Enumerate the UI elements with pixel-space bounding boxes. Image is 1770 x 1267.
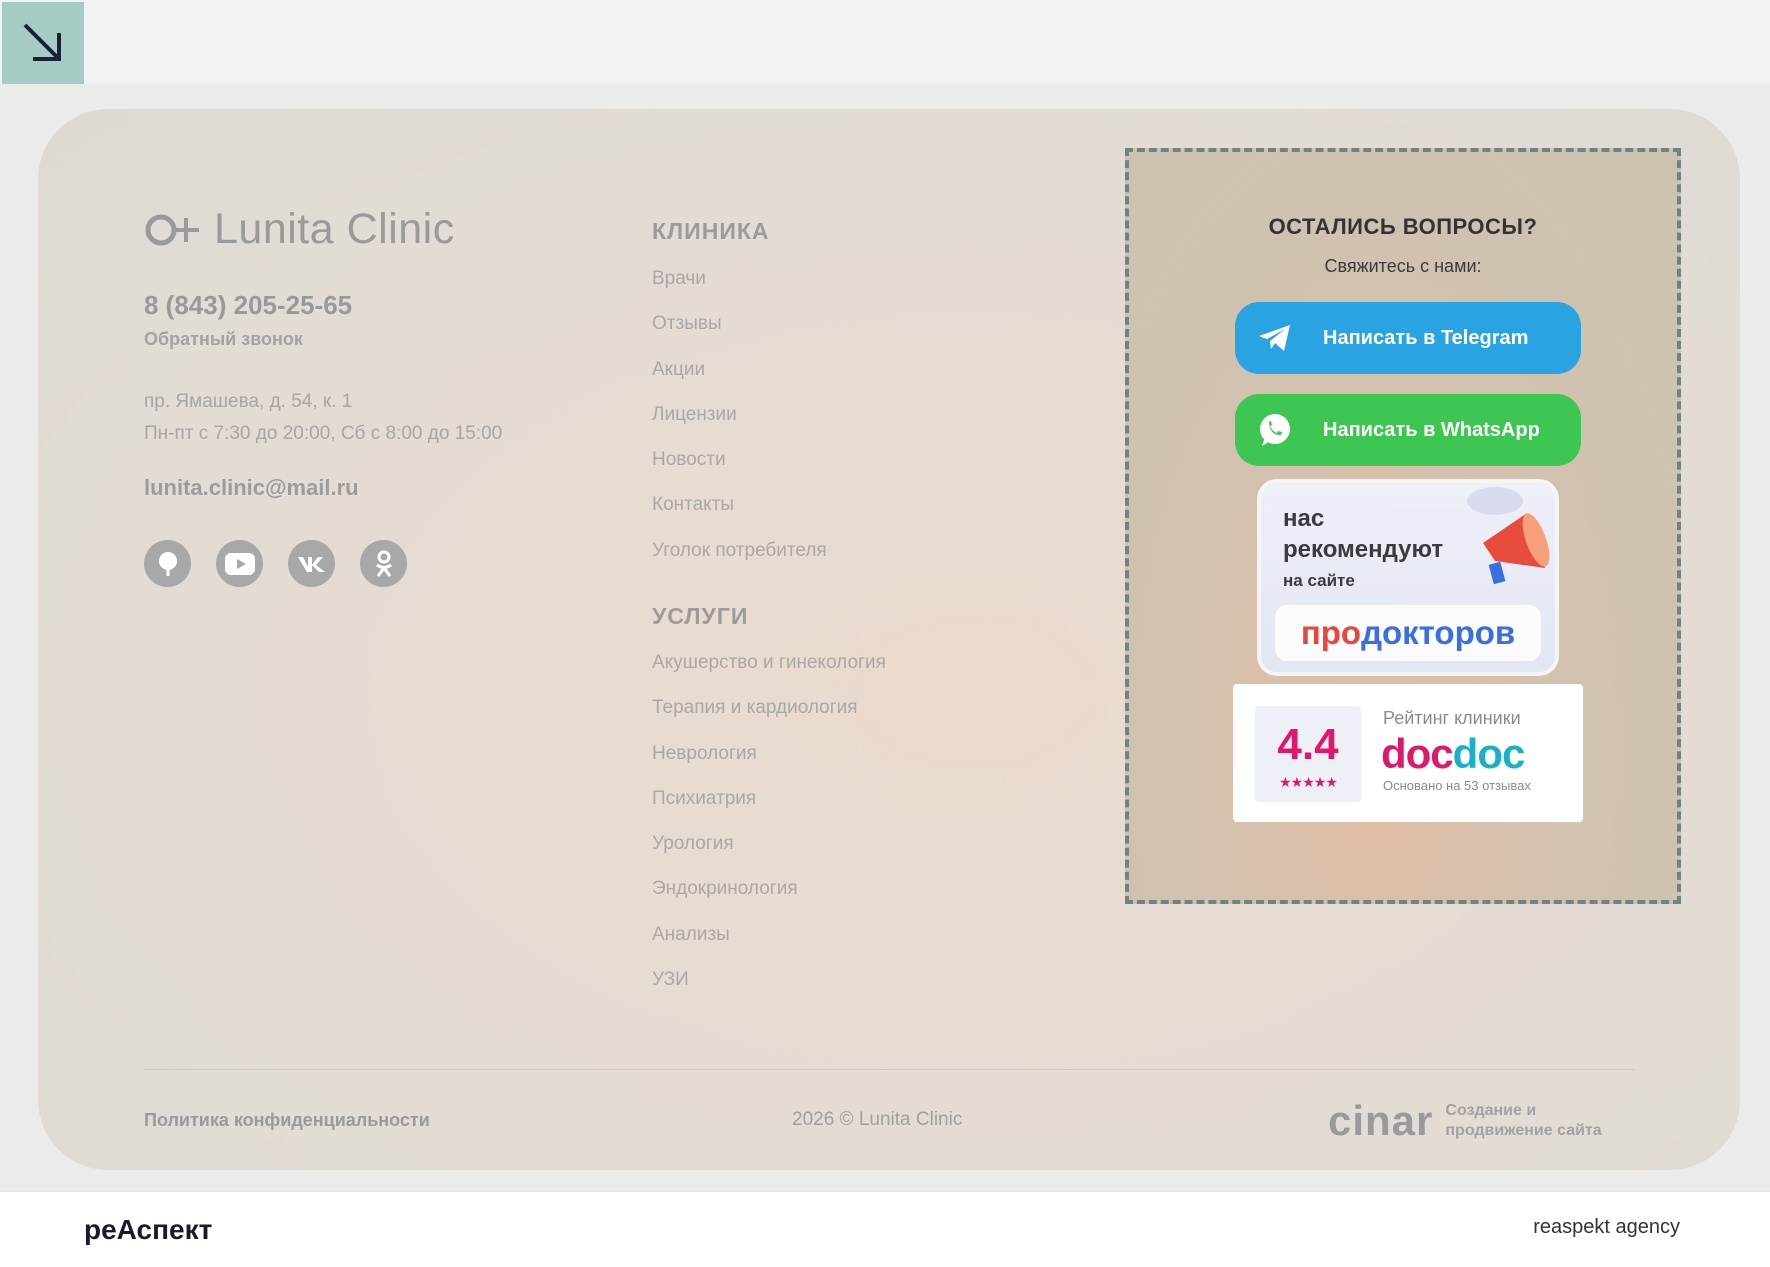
services-menu-item-ultrasound[interactable]: УЗИ [652,966,886,1011]
clinic-menu-item-doctors[interactable]: Врачи [652,265,827,310]
telegram-icon [1259,325,1290,351]
docdoc-rating-badge[interactable]: 4.4 ★★★★★ Рейтинг клиники docdoc Основан… [1233,684,1583,822]
services-menu: Акушерство и гинекология Терапия и карди… [652,649,886,1011]
rating-stars: ★★★★★ [1279,774,1338,790]
pin-social-button[interactable] [144,540,191,587]
rating-note: Основано на 53 отзывах [1383,778,1531,793]
address-line: пр. Ямашева, д. 54, к. 1 [144,391,353,412]
email-link[interactable]: lunita.clinic@mail.ru [144,475,359,501]
rating-label: Рейтинг клиники [1383,708,1521,728]
clinic-menu-item-reviews[interactable]: Отзывы [652,310,827,355]
social-links [144,540,407,587]
youtube-social-button[interactable] [216,540,263,587]
clinic-menu-heading: КЛИНИКА [652,218,770,244]
services-menu-item-endocrinology[interactable]: Эндокринология [652,875,886,920]
phone-number[interactable]: 8 (843) 205-25-65 [144,290,352,321]
vk-social-button[interactable] [288,540,335,587]
contact-box-subtitle: Свяжитесь с нами: [1324,256,1482,276]
services-menu-item-obstetrics[interactable]: Акушерство и гинекология [652,649,886,694]
telegram-button[interactable]: Написать в Telegram [1235,302,1581,374]
services-menu-item-urology[interactable]: Урология [652,830,886,875]
prodoctorov-logo: про докторов [1275,605,1541,661]
services-menu-item-therapy[interactable]: Терапия и кардиология [652,694,886,739]
logo-mark-icon [145,214,199,245]
copyright: 2026 © Lunita Clinic [792,1109,963,1130]
prodoctorov-text-line1: нас [1283,505,1325,532]
prodoctorov-text-line2: рекомендуют [1283,536,1444,563]
contact-box-title: ОСТАЛИСЬ ВОПРОСЫ? [1268,214,1538,239]
prodoctorov-logo-part1: про [1300,614,1362,651]
top-bar [0,0,1770,84]
cinar-credit-line2: продвижение сайта [1445,1122,1602,1139]
pin-icon [158,551,177,576]
cinar-credit-line1: Создание и [1445,1102,1537,1119]
odnoklassniki-icon [375,550,392,577]
working-hours: Пн-пт с 7:30 до 20:00, Сб с 8:00 до 15:0… [144,423,503,444]
whatsapp-button-label: Написать в WhatsApp [1323,418,1540,441]
whatsapp-button[interactable]: Написать в WhatsApp [1235,394,1581,466]
bottom-bar: реАспект reaspekt agency [0,1191,1770,1267]
privacy-policy-link[interactable]: Политика конфиденциальности [144,1110,430,1131]
whatsapp-icon [1260,414,1290,446]
prodoctorov-logo-part2: докторов [1361,614,1516,651]
vk-icon [297,556,325,572]
odnoklassniki-social-button[interactable] [360,540,407,587]
telegram-button-label: Написать в Telegram [1323,326,1529,349]
callback-link[interactable]: Обратный звонок [144,329,303,350]
docdoc-logo: docdoc [1381,730,1526,778]
cinar-credit-text: Создание и продвижение сайта [1445,1101,1601,1141]
clinic-menu-item-promotions[interactable]: Акции [652,356,827,401]
clinic-menu-item-news[interactable]: Новости [652,446,827,491]
services-menu-item-tests[interactable]: Анализы [652,921,886,966]
clinic-menu-item-consumer-corner[interactable]: Уголок потребителя [652,537,827,582]
megaphone-icon [1467,487,1550,585]
arrow-down-right-icon [23,23,61,61]
rating-score-box: 4.4 ★★★★★ [1255,706,1361,802]
address: пр. Ямашева, д. 54, к. 1 Пн-пт с 7:30 до… [144,386,502,450]
logo-text: Lunita Clinic [214,205,455,253]
reaspekt-logo: реАспект [84,1214,213,1245]
clinic-menu: Врачи Отзывы Акции Лицензии Новости Конт… [652,265,827,582]
clinic-menu-item-contacts[interactable]: Контакты [652,491,827,536]
reaspekt-agency-label: reaspekt agency [1533,1216,1680,1238]
services-menu-item-neurology[interactable]: Неврология [652,740,886,785]
contact-box: ОСТАЛИСЬ ВОПРОСЫ? Свяжитесь с нами: Напи… [1125,148,1681,904]
prodoctorov-badge[interactable]: нас рекомендуют на сайте про докторов [1257,479,1559,676]
clinic-logo[interactable]: Lunita Clinic [144,205,455,254]
cinar-credit[interactable]: cinar Создание и продвижение сайта [1328,1097,1602,1145]
clinic-menu-item-licenses[interactable]: Лицензии [652,401,827,446]
arrow-down-right-button[interactable] [2,2,84,84]
prodoctorov-text-line3: на сайте [1283,571,1355,590]
docdoc-logo-part1: doc [1381,730,1454,777]
rating-score: 4.4 [1277,720,1339,769]
docdoc-logo-part2: doc [1452,730,1526,777]
footer-divider [144,1069,1634,1070]
cinar-logo: cinar [1328,1097,1434,1144]
services-menu-item-psychiatry[interactable]: Психиатрия [652,785,886,830]
youtube-icon [224,552,255,575]
services-menu-heading: УСЛУГИ [652,603,749,629]
